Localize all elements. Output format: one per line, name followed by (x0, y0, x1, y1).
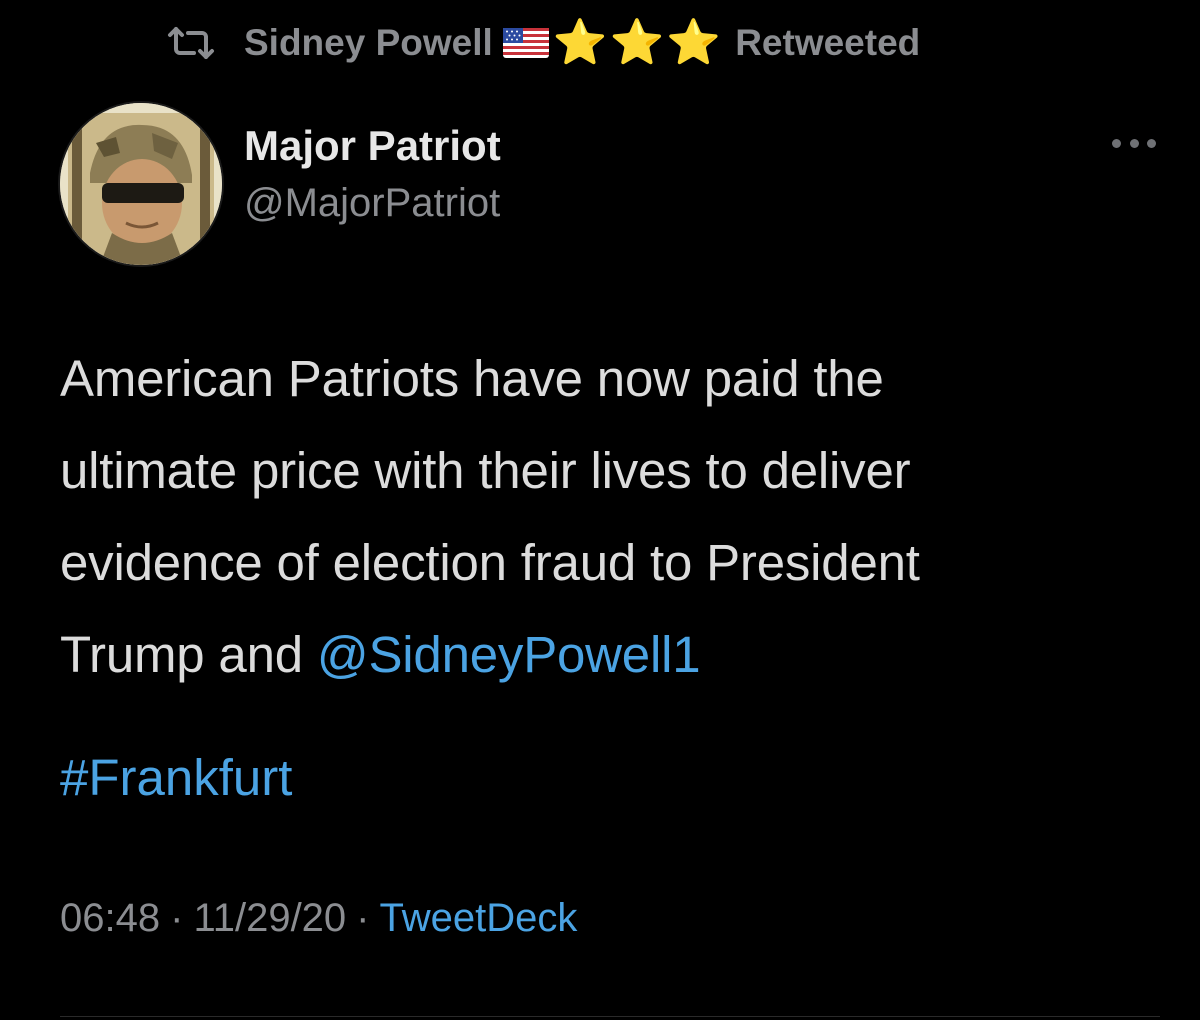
retweeter-name[interactable]: Sidney Powell (244, 22, 493, 64)
more-dot (1112, 138, 1121, 148)
us-flag-icon (502, 28, 549, 58)
retweet-icon (166, 25, 216, 61)
hashtag-link[interactable]: #Frankfurt (60, 738, 292, 818)
tweet-source-link[interactable]: TweetDeck (380, 896, 578, 940)
star-icon: ⭐ (666, 18, 722, 67)
tweet-text-line: Trump and @SidneyPowell1 (60, 609, 1180, 701)
tweet-date[interactable]: 11/29/20 (193, 896, 346, 940)
divider (60, 1016, 1160, 1017)
tweet-text-line: evidence of election fraud to President (60, 534, 920, 591)
tweet-text-line: ultimate price with their lives to deliv… (60, 442, 911, 499)
meta-separator: · (356, 896, 370, 940)
retweet-context[interactable]: Sidney Powell ⭐ ⭐ ⭐ Retweeted (166, 18, 920, 68)
author-display-name[interactable]: Major Patriot (244, 122, 501, 170)
star-icon: ⭐ (609, 18, 665, 67)
avatar[interactable] (60, 103, 222, 265)
star-icon: ⭐ (552, 18, 608, 67)
tweet-text: American Patriots have now paid the ulti… (60, 333, 1180, 701)
more-options-icon[interactable] (1112, 130, 1156, 156)
tweet-meta: 06:48 · 11/29/20 · TweetDeck (60, 896, 577, 941)
meta-separator: · (170, 896, 184, 940)
more-dot (1129, 138, 1139, 148)
author-handle[interactable]: @MajorPatriot (244, 181, 500, 226)
mention-link[interactable]: @SidneyPowell1 (317, 626, 701, 683)
retweeted-label: Retweeted (735, 22, 921, 63)
more-dot (1147, 138, 1156, 148)
tweet-text-line: American Patriots have now paid the (60, 350, 884, 407)
tweet-text-fragment: Trump and (60, 626, 317, 683)
tweet-time[interactable]: 06:48 (60, 896, 160, 940)
